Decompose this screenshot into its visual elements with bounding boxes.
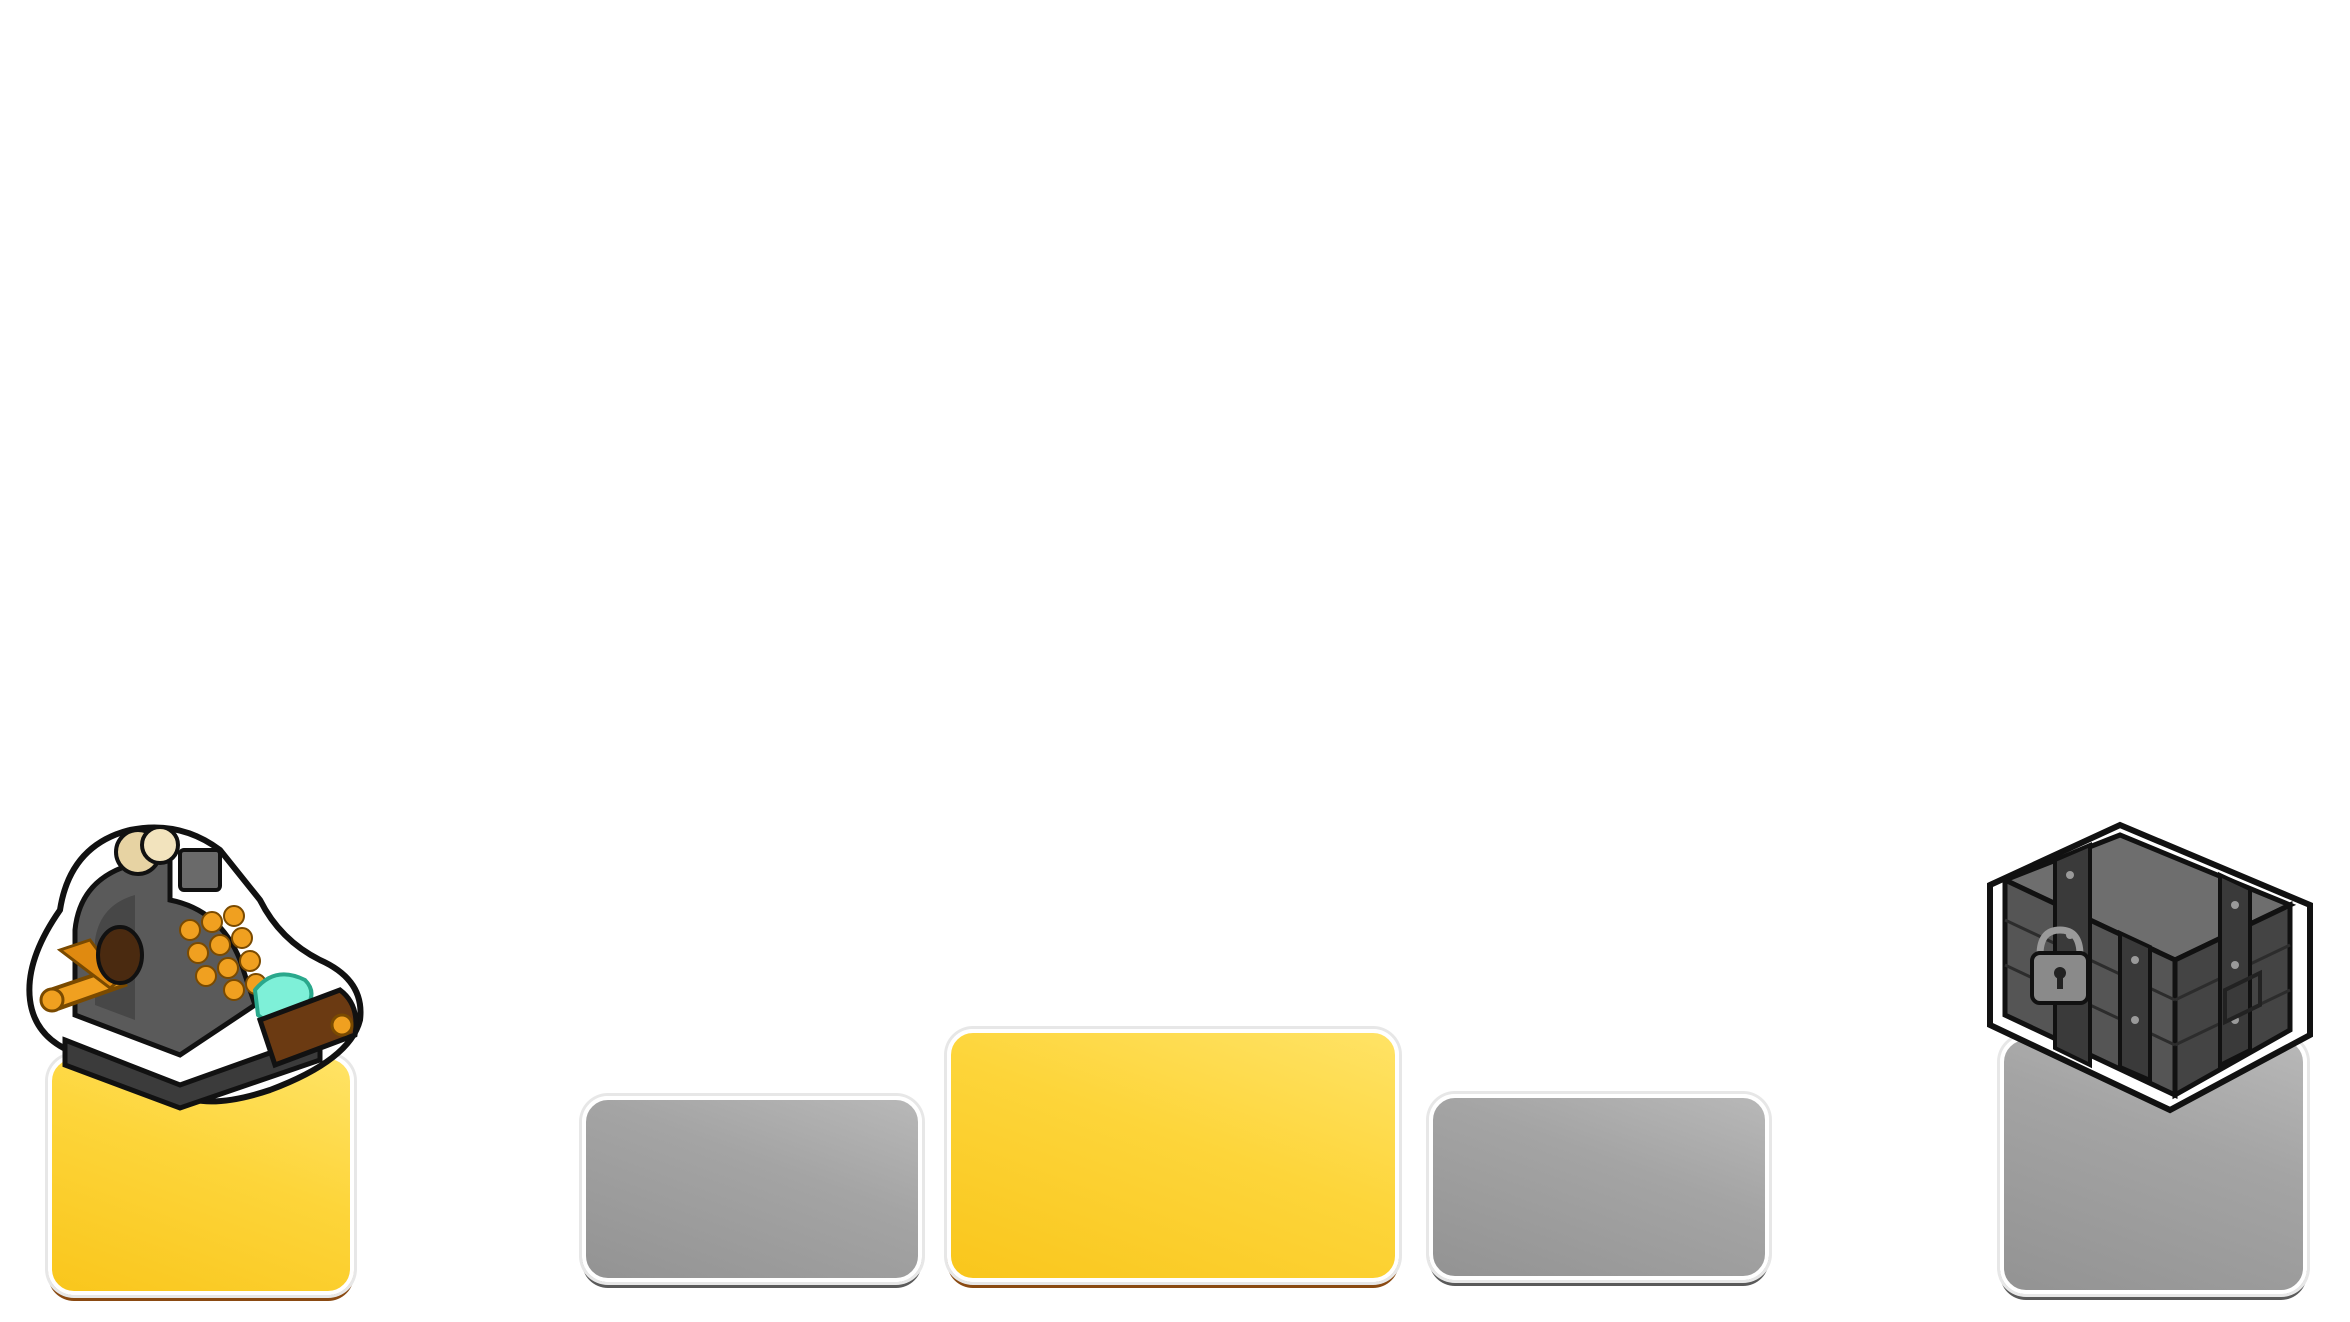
locked-chest-icon[interactable] — [1970, 805, 2320, 1125]
game-screen — [0, 0, 2350, 1322]
mid-right-tab-button[interactable] — [1429, 1094, 1769, 1280]
center-tab-button[interactable] — [947, 1029, 1399, 1282]
cash-register-icon[interactable] — [20, 790, 370, 1120]
mid-left-tab-button[interactable] — [582, 1096, 922, 1282]
